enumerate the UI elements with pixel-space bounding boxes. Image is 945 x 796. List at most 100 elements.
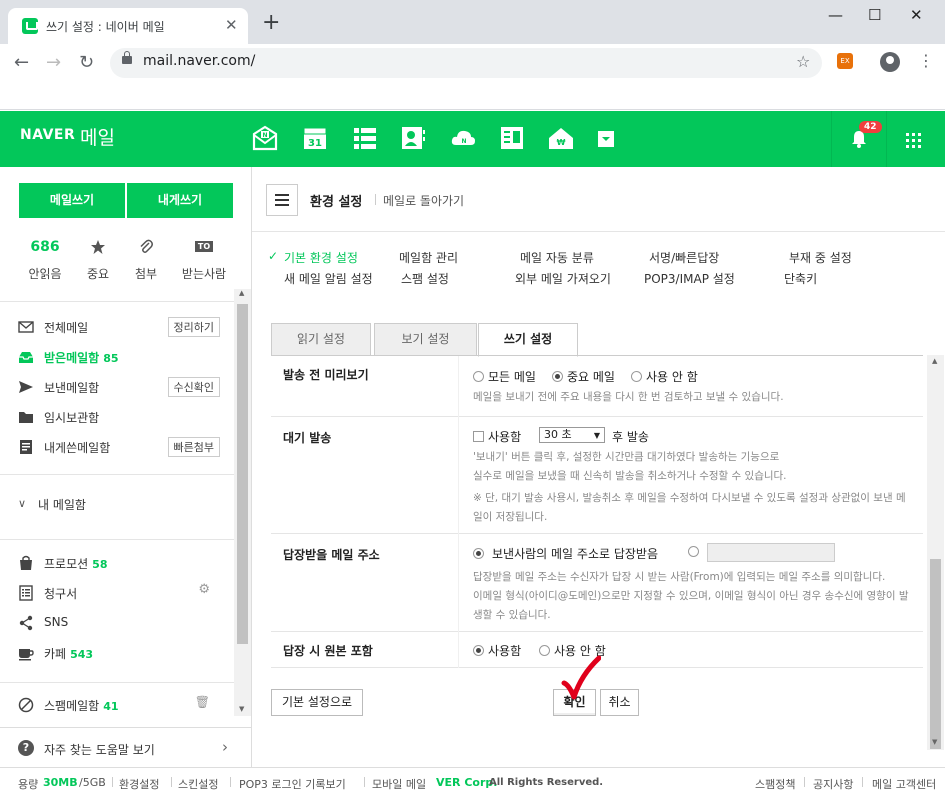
new-tab-icon[interactable]: + bbox=[262, 12, 280, 34]
sidebar-item-inbox[interactable]: 받은메일함 85 bbox=[18, 347, 233, 367]
quick-important[interactable]: 중요 bbox=[73, 239, 123, 282]
help-link[interactable]: ? 자주 찾는 도움말 보기 › bbox=[0, 727, 251, 767]
forward-icon[interactable]: → bbox=[46, 54, 61, 72]
checkmark-icon: ✓ bbox=[268, 249, 279, 263]
main-scrollbar-thumb[interactable] bbox=[930, 559, 941, 749]
help-icon: ? bbox=[18, 740, 34, 756]
quick-unread[interactable]: 686 안읽음 bbox=[20, 239, 70, 282]
minimize-icon[interactable]: — bbox=[828, 6, 843, 24]
footer-mobile-link[interactable]: 모바일 메일 bbox=[372, 776, 426, 792]
scroll-down-icon[interactable]: ▼ bbox=[932, 738, 937, 746]
menu-toggle-button[interactable] bbox=[266, 184, 298, 216]
nav-signature[interactable]: 서명/빠른답장 bbox=[649, 249, 719, 266]
profile-icon[interactable] bbox=[880, 52, 900, 72]
mail-icon[interactable]: N bbox=[252, 125, 278, 151]
compose-button[interactable]: 메일쓰기 bbox=[19, 183, 125, 218]
browser-menu-icon[interactable]: ⋮ bbox=[918, 51, 934, 70]
sidebar-item-sent[interactable]: 보낸메일함 수신확인 bbox=[18, 377, 233, 397]
unread-count: 686 bbox=[30, 239, 60, 255]
scroll-up-icon[interactable]: ▲ bbox=[239, 289, 244, 297]
delay-checkbox[interactable]: 사용함 bbox=[473, 428, 521, 445]
reload-icon[interactable]: ↻ bbox=[79, 54, 94, 72]
close-window-icon[interactable]: ✕ bbox=[910, 6, 923, 24]
scroll-down-icon[interactable]: ▼ bbox=[239, 705, 244, 713]
cloud-icon[interactable]: N bbox=[450, 125, 476, 151]
nav-shortcuts[interactable]: 단축키 bbox=[784, 270, 817, 287]
reply-custom-radio[interactable] bbox=[688, 545, 703, 559]
usage-used: 30MB bbox=[43, 776, 78, 789]
delay-time-select[interactable]: 30 초 bbox=[539, 427, 605, 443]
naver-header: NAVER 메일 N 31 N ₩ 42 bbox=[0, 111, 945, 167]
envelope-icon bbox=[18, 319, 34, 335]
bill-icon bbox=[18, 585, 34, 601]
notification-badge: 42 bbox=[859, 121, 882, 133]
tab-view-settings[interactable]: 보기 설정 bbox=[374, 323, 477, 356]
reply-email-input[interactable] bbox=[707, 543, 835, 562]
quote-on-radio[interactable]: 사용함 bbox=[473, 642, 521, 659]
mail-logo-text[interactable]: 메일 bbox=[80, 123, 115, 150]
app-grid-icon[interactable] bbox=[906, 133, 922, 149]
quick-attach-button[interactable]: 빠른첨부 bbox=[167, 437, 220, 457]
nav-away[interactable]: 부재 중 설정 bbox=[789, 249, 852, 266]
sidebar-scrollbar-thumb[interactable] bbox=[237, 304, 248, 644]
sidebar-item-promotion[interactable]: 프로모션 58 bbox=[18, 553, 233, 573]
footer-skin-link[interactable]: 스킨설정 bbox=[178, 776, 218, 792]
contacts-list-icon[interactable] bbox=[352, 125, 378, 151]
browser-tab[interactable]: 쓰기 설정 : 네이버 메일 ✕ bbox=[8, 8, 248, 44]
sidebar-item-sns[interactable]: SNS bbox=[18, 613, 233, 633]
nav-new-mail-alert[interactable]: 새 메일 알림 설정 bbox=[284, 270, 373, 287]
sidebar-item-label: 프로모션 bbox=[44, 557, 89, 571]
cafe-count: 543 bbox=[70, 648, 94, 661]
home-icon[interactable]: ₩ bbox=[548, 125, 574, 151]
scroll-up-icon[interactable]: ▲ bbox=[932, 357, 937, 365]
cancel-button[interactable]: 취소 bbox=[600, 689, 639, 716]
sidebar-item-drafts[interactable]: 임시보관함 bbox=[18, 407, 233, 427]
back-icon[interactable]: ← bbox=[14, 54, 29, 72]
preview-important-radio[interactable]: 중요 메일 bbox=[552, 368, 615, 385]
nav-pop3-imap[interactable]: POP3/IMAP 설정 bbox=[644, 270, 735, 287]
nav-basic-settings[interactable]: 기본 환경 설정 bbox=[284, 249, 358, 266]
sidebar-item-label: 카페 bbox=[44, 647, 67, 661]
calendar-icon[interactable]: 31 bbox=[302, 125, 328, 151]
my-mailbox-toggle[interactable]: ∨ 내 메일함 bbox=[18, 494, 233, 514]
sidebar-item-all-mail[interactable]: 전체메일 정리하기 bbox=[18, 317, 233, 337]
sidebar-item-bills[interactable]: 청구서 ⚙ bbox=[18, 581, 233, 603]
quick-attachment[interactable]: 첨부 bbox=[121, 239, 171, 282]
nav-auto-sort[interactable]: 메일 자동 분류 bbox=[520, 249, 594, 266]
more-icon[interactable] bbox=[598, 131, 614, 147]
extension-icon[interactable]: EX bbox=[837, 53, 853, 69]
reply-sender-radio[interactable]: 보낸사람의 메일 주소로 답장받음 bbox=[473, 545, 658, 562]
preview-all-radio[interactable]: 모든 메일 bbox=[473, 368, 536, 385]
footer-notice-link[interactable]: 공지사항 bbox=[813, 776, 853, 792]
tab-write-settings[interactable]: 쓰기 설정 bbox=[478, 323, 578, 357]
reset-default-button[interactable]: 기본 설정으로 bbox=[271, 689, 363, 716]
footer-spam-policy-link[interactable]: 스팸정책 bbox=[755, 776, 795, 792]
footer-support-link[interactable]: 메일 고객센터 bbox=[872, 776, 936, 792]
organize-button[interactable]: 정리하기 bbox=[167, 317, 220, 337]
nav-external-mail[interactable]: 외부 메일 가져오기 bbox=[515, 270, 611, 287]
sidebar-item-self-mail[interactable]: 내게쓴메일함 빠른첨부 bbox=[18, 437, 233, 457]
sidebar-item-cafe[interactable]: 카페 543 bbox=[18, 643, 233, 663]
compose-self-button[interactable]: 내게쓰기 bbox=[127, 183, 233, 218]
gear-icon[interactable]: ⚙ bbox=[193, 581, 215, 598]
tab-read-settings[interactable]: 읽기 설정 bbox=[271, 323, 371, 356]
memo-icon[interactable] bbox=[499, 125, 525, 151]
read-receipt-button[interactable]: 수신확인 bbox=[167, 377, 220, 397]
maximize-icon[interactable]: ☐ bbox=[868, 6, 881, 24]
preview-off-radio[interactable]: 사용 안 함 bbox=[631, 368, 698, 385]
url-text[interactable]: mail.naver.com/ bbox=[143, 53, 255, 69]
sidebar-item-spam[interactable]: 스팸메일함 41 🗑 bbox=[18, 694, 233, 715]
close-tab-icon[interactable]: ✕ bbox=[225, 16, 238, 34]
back-to-mail-link[interactable]: 메일로 돌아가기 bbox=[374, 192, 464, 209]
footer-settings-link[interactable]: 환경설정 bbox=[119, 776, 159, 792]
nav-spam[interactable]: 스팸 설정 bbox=[401, 270, 449, 287]
footer-pop3-log-link[interactable]: POP3 로그인 기록보기 bbox=[239, 776, 346, 792]
address-book-icon[interactable] bbox=[400, 125, 426, 151]
trash-icon[interactable]: 🗑 bbox=[189, 694, 215, 710]
quick-recipient[interactable]: TO 받는사람 bbox=[179, 239, 229, 282]
note-icon bbox=[18, 439, 34, 455]
naver-logo[interactable]: NAVER bbox=[20, 127, 75, 143]
bookmark-star-icon[interactable]: ☆ bbox=[796, 52, 810, 71]
nav-mailbox-manage[interactable]: 메일함 관리 bbox=[399, 249, 458, 266]
lock-icon[interactable] bbox=[122, 51, 132, 64]
